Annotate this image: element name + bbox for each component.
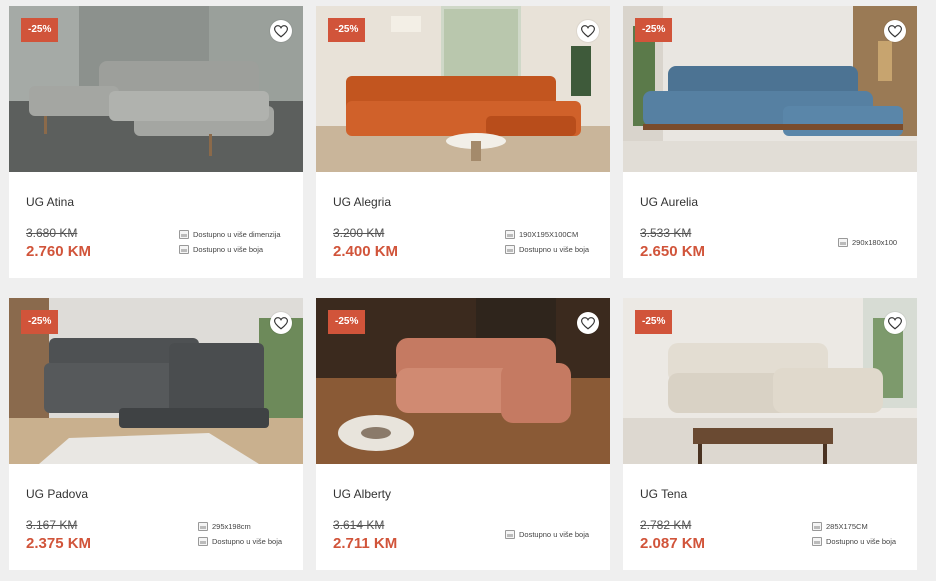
old-price: 3.614 KM xyxy=(333,518,385,532)
old-price: 3.533 KM xyxy=(640,226,692,240)
discount-badge: -25% xyxy=(328,18,366,42)
product-card[interactable]: -25% UG Tena 2.782 KM 2.087 KM 285X175CM… xyxy=(623,298,917,570)
product-name[interactable]: UG Atina xyxy=(26,195,74,209)
discount-badge: -25% xyxy=(635,310,673,334)
color-icon xyxy=(198,536,208,546)
feature-item: 190X195X100CM xyxy=(505,227,589,241)
feature-list: Dostupno u više boja xyxy=(505,527,589,542)
feature-item: Dostupno u više boja xyxy=(198,534,282,548)
feature-item: Dostupno u više boja xyxy=(179,242,281,256)
dimension-icon xyxy=(505,229,515,239)
color-icon xyxy=(505,529,515,539)
discount-badge: -25% xyxy=(635,18,673,42)
color-icon xyxy=(179,244,189,254)
product-name[interactable]: UG Alegria xyxy=(333,195,391,209)
heart-icon[interactable] xyxy=(577,20,599,42)
feature-list: 295x198cm Dostupno u više boja xyxy=(198,519,282,549)
product-name[interactable]: UG Alberty xyxy=(333,487,391,501)
feature-item: Dostupno u više dimenzija xyxy=(179,227,281,241)
old-price: 2.782 KM xyxy=(640,518,692,532)
product-card[interactable]: -25% UG Alberty 3.614 KM 2.711 KM Dostup… xyxy=(316,298,610,570)
new-price: 2.087 KM xyxy=(640,535,706,552)
feature-list: 290x180x100 xyxy=(838,235,897,250)
heart-icon[interactable] xyxy=(270,312,292,334)
discount-badge: -25% xyxy=(328,310,366,334)
new-price: 2.375 KM xyxy=(26,535,92,552)
product-name[interactable]: UG Padova xyxy=(26,487,88,501)
dimension-icon xyxy=(812,521,822,531)
feature-item: 285X175CM xyxy=(812,519,896,533)
discount-badge: -25% xyxy=(21,310,59,334)
dimension-icon xyxy=(838,237,848,247)
product-name[interactable]: UG Aurelia xyxy=(640,195,698,209)
dimension-icon xyxy=(179,229,189,239)
feature-item: Dostupno u više boja xyxy=(812,534,896,548)
product-name[interactable]: UG Tena xyxy=(640,487,687,501)
new-price: 2.711 KM xyxy=(333,535,398,552)
product-card[interactable]: -25% UG Alegria 3.200 KM 2.400 KM 190X19… xyxy=(316,6,610,278)
feature-list: Dostupno u više dimenzija Dostupno u viš… xyxy=(179,227,281,257)
new-price: 2.760 KM xyxy=(26,243,92,260)
feature-item: 295x198cm xyxy=(198,519,282,533)
heart-icon[interactable] xyxy=(884,20,906,42)
heart-icon[interactable] xyxy=(577,312,599,334)
color-icon xyxy=(505,244,515,254)
heart-icon[interactable] xyxy=(270,20,292,42)
feature-list: 190X195X100CM Dostupno u više boja xyxy=(505,227,589,257)
new-price: 2.650 KM xyxy=(640,243,706,260)
old-price: 3.680 KM xyxy=(26,226,78,240)
feature-item: Dostupno u više boja xyxy=(505,527,589,541)
heart-icon[interactable] xyxy=(884,312,906,334)
product-card[interactable]: -25% UG Padova 3.167 KM 2.375 KM 295x198… xyxy=(9,298,303,570)
product-card[interactable]: -25% UG Aurelia 3.533 KM 2.650 KM 290x18… xyxy=(623,6,917,278)
new-price: 2.400 KM xyxy=(333,243,399,260)
dimension-icon xyxy=(198,521,208,531)
feature-item: 290x180x100 xyxy=(838,235,897,249)
product-card[interactable]: -25% UG Atina 3.680 KM 2.760 KM Dostupno… xyxy=(9,6,303,278)
old-price: 3.167 KM xyxy=(26,518,78,532)
color-icon xyxy=(812,536,822,546)
feature-item: Dostupno u više boja xyxy=(505,242,589,256)
feature-list: 285X175CM Dostupno u više boja xyxy=(812,519,896,549)
discount-badge: -25% xyxy=(21,18,59,42)
old-price: 3.200 KM xyxy=(333,226,385,240)
